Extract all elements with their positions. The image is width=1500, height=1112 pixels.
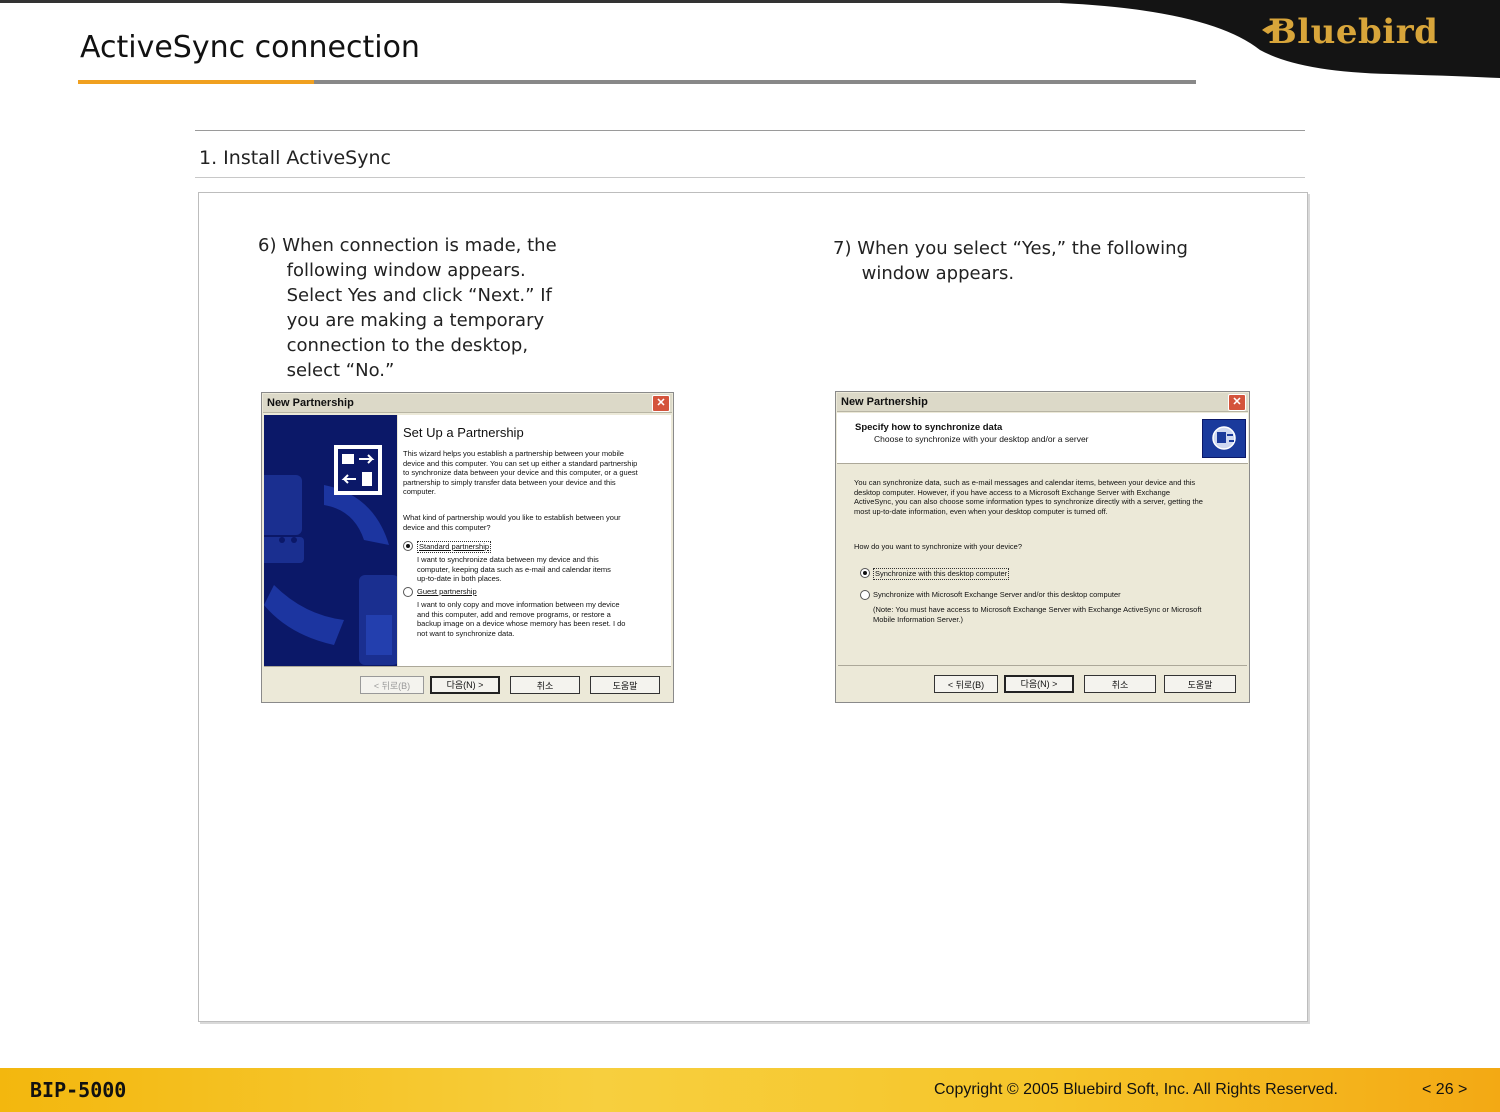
section-title: 1. Install ActiveSync xyxy=(199,147,391,169)
dialog-titlebar: New Partnership xyxy=(837,393,1248,412)
help-button[interactable]: 도움말 xyxy=(590,676,660,694)
sync-exchange-note: (Note: You must have access to Microsoft… xyxy=(873,605,1202,624)
guest-partnership-label[interactable]: Guest partnership xyxy=(417,587,477,597)
dialog-heading: Specify how to synchronize data xyxy=(855,422,1003,433)
sync-devices-icon xyxy=(1202,419,1246,458)
next-button[interactable]: 다음(N) > xyxy=(430,676,500,694)
footer-copyright: Copyright © 2005 Bluebird Soft, Inc. All… xyxy=(934,1081,1338,1098)
section-rule-top xyxy=(195,130,1305,131)
dialog-button-divider xyxy=(264,666,671,667)
standard-partnership-desc: I want to synchronize data between my de… xyxy=(417,555,611,584)
new-partnership-dialog-2: New Partnership ✕ Specify how to synchro… xyxy=(835,391,1250,703)
dialog-body-text: You can synchronize data, such as e-mail… xyxy=(854,478,1203,516)
help-button[interactable]: 도움말 xyxy=(1164,675,1236,693)
back-button[interactable]: < 뒤로(B) xyxy=(934,675,998,693)
sync-exchange-radio[interactable] xyxy=(860,590,870,600)
dialog-header-band: Specify how to synchronize data Choose t… xyxy=(837,413,1248,464)
close-icon[interactable]: ✕ xyxy=(1228,394,1246,411)
standard-partnership-label[interactable]: Standard partnership xyxy=(417,541,492,553)
step-6-text: 6) When connection is made, the followin… xyxy=(258,235,557,381)
new-partnership-dialog-1: New Partnership ✕ Set Up a Partnership T… xyxy=(261,392,674,703)
sync-exchange-label[interactable]: Synchronize with Microsoft Exchange Serv… xyxy=(873,590,1121,600)
footer-model-name: BIP-5000 xyxy=(30,1078,127,1102)
cancel-button[interactable]: 취소 xyxy=(1084,675,1156,693)
dialog-question: What kind of partnership would you like … xyxy=(403,513,621,532)
next-button[interactable]: 다음(N) > xyxy=(1004,675,1074,693)
sync-desktop-radio[interactable] xyxy=(860,568,870,578)
dialog-titlebar: New Partnership xyxy=(263,394,672,413)
guest-partnership-desc: I want to only copy and move information… xyxy=(417,600,626,638)
dialog-question: How do you want to synchronize with your… xyxy=(854,542,1023,551)
standard-partnership-radio[interactable] xyxy=(403,541,413,551)
sync-desktop-label[interactable]: Synchronize with this desktop computer xyxy=(873,568,1010,580)
dialog-intro: This wizard helps you establish a partne… xyxy=(403,449,638,497)
title-divider-accent xyxy=(78,80,314,84)
section-rule-bottom xyxy=(195,177,1305,178)
dialog-heading: Set Up a Partnership xyxy=(403,425,524,440)
page-title: ActiveSync connection xyxy=(80,30,420,65)
brand-logo: Bluebird xyxy=(1268,12,1439,52)
dialog-subheading: Choose to synchronize with your desktop … xyxy=(874,434,1089,444)
wizard-content: Set Up a Partnership This wizard helps y… xyxy=(398,415,671,666)
back-button[interactable]: < 뒤로(B) xyxy=(360,676,424,694)
guest-partnership-radio[interactable] xyxy=(403,587,413,597)
wizard-graphic xyxy=(264,445,397,665)
step-7-text: 7) When you select “Yes,” the following … xyxy=(833,238,1188,284)
wizard-side-panel xyxy=(264,415,397,666)
close-icon[interactable]: ✕ xyxy=(652,395,670,412)
dialog-button-divider xyxy=(838,665,1247,666)
cancel-button[interactable]: 취소 xyxy=(510,676,580,694)
footer-page-number: < 26 > xyxy=(1422,1081,1468,1098)
